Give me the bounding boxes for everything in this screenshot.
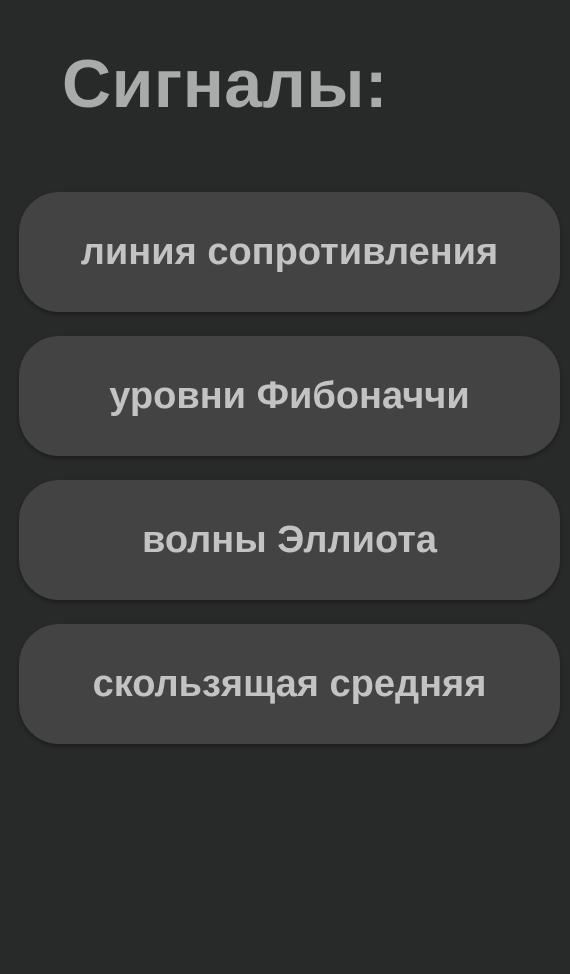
signal-button-label: уровни Фибоначчи xyxy=(109,374,470,417)
signal-button-resistance-line[interactable]: линия сопротивления xyxy=(19,192,560,312)
signal-button-fibonacci-levels[interactable]: уровни Фибоначчи xyxy=(19,336,560,456)
signal-button-label: скользящая средняя xyxy=(92,662,487,705)
signal-list: линия сопротивления уровни Фибоначчи вол… xyxy=(19,192,560,744)
signal-button-elliott-waves[interactable]: волны Эллиота xyxy=(19,480,560,600)
signal-button-label: линия сопротивления xyxy=(80,230,499,273)
page-title: Сигналы: xyxy=(62,46,389,122)
signal-button-label: волны Эллиота xyxy=(142,518,437,561)
signal-button-moving-average[interactable]: скользящая средняя xyxy=(19,624,560,744)
